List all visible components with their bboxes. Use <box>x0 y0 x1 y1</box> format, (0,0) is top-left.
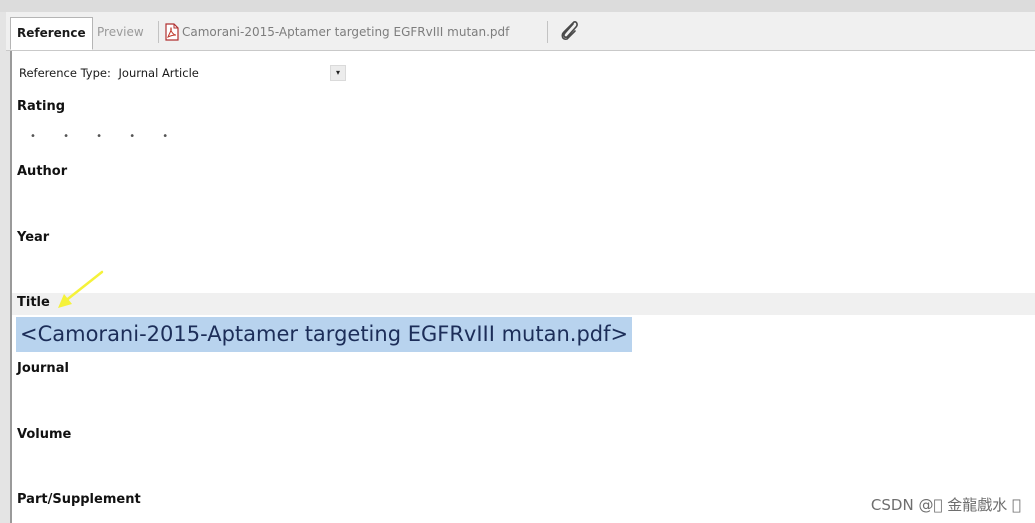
title-label: Title <box>17 295 50 310</box>
part-supplement-label: Part/Supplement <box>17 492 141 507</box>
volume-label: Volume <box>17 427 72 442</box>
tab-preview-label: Preview <box>97 25 144 39</box>
year-label: Year <box>17 230 50 245</box>
rating-label: Rating <box>17 99 66 114</box>
rating-stars[interactable]: • • • • • <box>30 131 180 142</box>
tab-reference[interactable]: Reference <box>10 17 93 50</box>
yellow-arrow-annotation <box>58 270 104 308</box>
tab-reference-label: Reference <box>17 26 86 40</box>
title-row <box>12 293 1035 315</box>
paperclip-icon[interactable] <box>556 18 582 46</box>
dropdown-arrow-icon[interactable]: ▾ <box>330 65 346 81</box>
reference-type-row: Reference Type: Journal Article <box>19 66 199 80</box>
top-strip <box>0 0 1035 12</box>
journal-label: Journal <box>17 361 69 376</box>
tab-divider <box>547 21 548 43</box>
author-label: Author <box>17 164 68 179</box>
reference-panel: Reference Type: Journal Article ▾ Rating… <box>10 51 1035 523</box>
tab-pdf-label: Camorani-2015-Aptamer targeting EGFRvIII… <box>182 25 510 39</box>
title-field[interactable]: <Camorani-2015-Aptamer targeting EGFRvII… <box>16 317 633 352</box>
pdf-file-icon <box>164 22 180 41</box>
tab-bar: Reference Preview Camorani-2015-Aptamer … <box>6 12 1035 51</box>
reference-type-label: Reference Type: <box>19 66 111 80</box>
tab-pdf-attachment[interactable]: Camorani-2015-Aptamer targeting EGFRvIII… <box>162 17 513 47</box>
tab-divider <box>158 21 159 43</box>
watermark: CSDN @  金龍戲水   <box>870 496 1021 514</box>
reference-type-value[interactable]: Journal Article <box>119 66 199 80</box>
tab-preview[interactable]: Preview <box>92 17 149 47</box>
window: Reference Preview Camorani-2015-Aptamer … <box>0 0 1035 523</box>
